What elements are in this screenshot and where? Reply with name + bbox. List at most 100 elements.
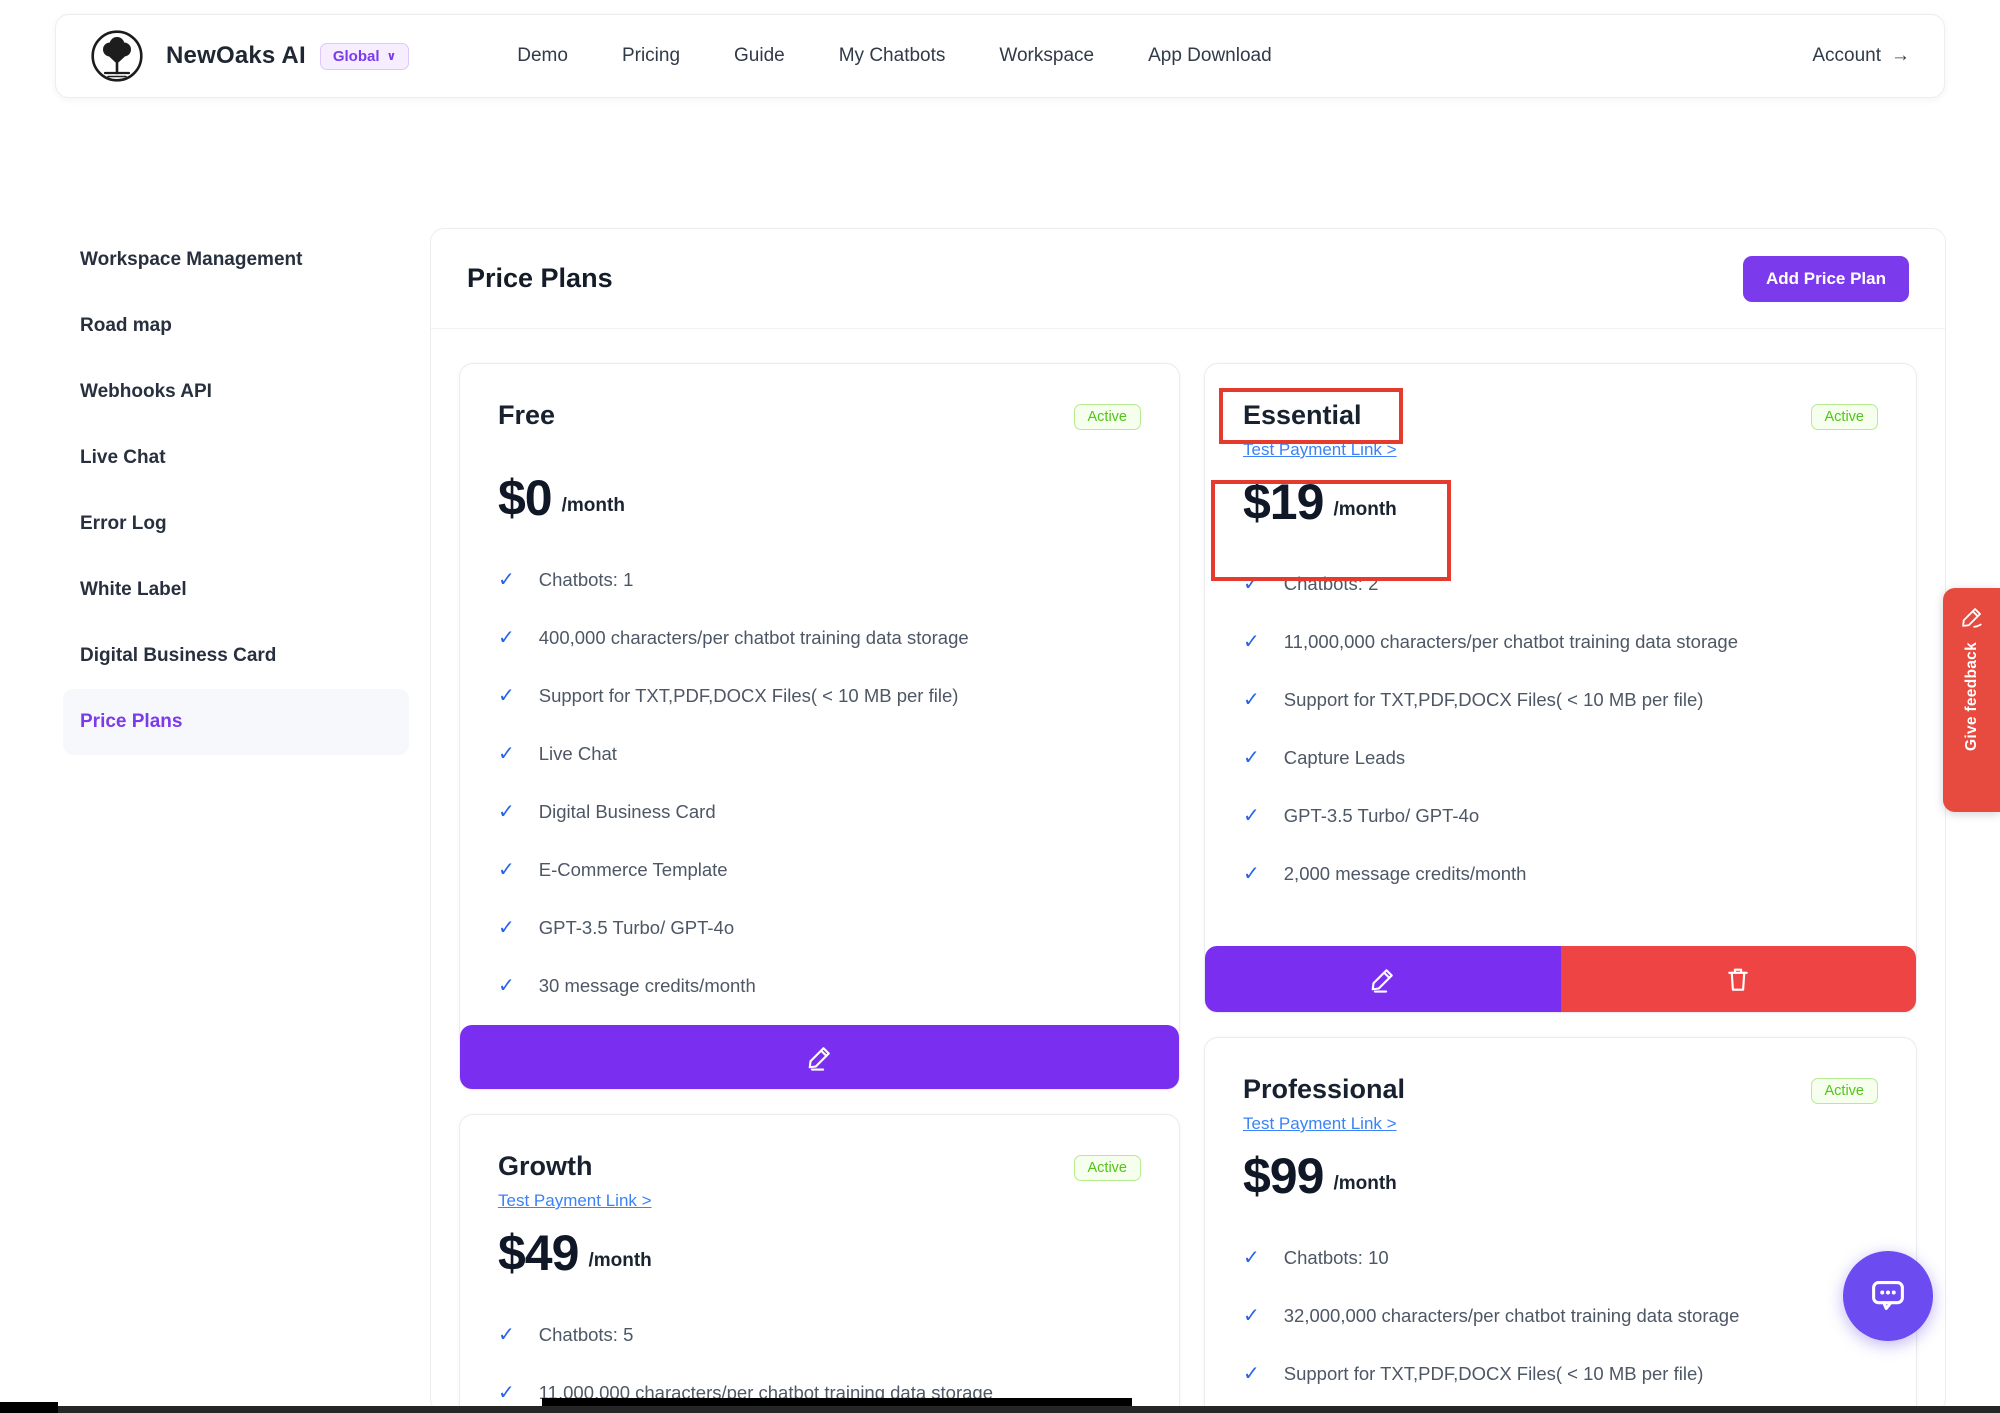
feature-text: 32,000,000 characters/per chatbot traini…: [1284, 1305, 1740, 1327]
plans-grid: Free Active $0 /month ✓ Chatbots: 1 ✓ 400,…: [431, 329, 1945, 1413]
status-badge: Active: [1811, 404, 1879, 430]
account-label: Account: [1812, 45, 1881, 67]
feature-row: ✓ 400,000 characters/per chatbot training…: [498, 625, 1141, 650]
pencil-icon: [805, 1042, 835, 1072]
sidebar-item-road-map[interactable]: Road map: [63, 293, 409, 359]
sidebar-item-workspace-management[interactable]: Workspace Management: [63, 227, 409, 293]
price-row: $19 /month: [1243, 477, 1878, 527]
status-badge: Active: [1811, 1078, 1879, 1104]
plan-actions: [1205, 946, 1916, 1012]
check-icon: ✓: [498, 683, 515, 708]
plan-period: /month: [562, 495, 625, 523]
plan-price: $19: [1243, 477, 1323, 527]
account-link[interactable]: Account →: [1812, 45, 1910, 67]
plan-card-free: Free Active $0 /month ✓ Chatbots: 1 ✓ 400,…: [459, 363, 1180, 1090]
check-icon: ✓: [1243, 1361, 1260, 1386]
plan-period: /month: [1333, 1173, 1396, 1201]
give-feedback-tab[interactable]: Give feedback: [1943, 588, 2000, 812]
chat-bubble-icon: [1865, 1273, 1911, 1319]
main-nav: Demo Pricing Guide My Chatbots Workspace…: [517, 45, 1271, 67]
nav-item-workspace[interactable]: Workspace: [999, 45, 1094, 67]
feature-list: ✓ Chatbots: 1 ✓ 400,000 characters/per cha…: [498, 567, 1141, 998]
feature-row: ✓E-Commerce Template: [498, 857, 1141, 882]
price-row: $49 /month: [498, 1228, 1141, 1278]
check-icon: ✓: [498, 741, 515, 766]
feature-text: 11,000,000 characters/per chatbot traini…: [1284, 631, 1738, 653]
feature-row: ✓ Chatbots: 10: [1243, 1245, 1878, 1270]
sidebar-item-digital-business-card[interactable]: Digital Business Card: [63, 623, 409, 689]
feature-row: ✓Digital Business Card: [498, 799, 1141, 824]
check-icon: ✓: [1243, 687, 1260, 712]
plan-price: $0: [498, 473, 552, 523]
chevron-down-icon: ∨: [387, 49, 397, 63]
check-icon: ✓: [1243, 1303, 1260, 1328]
test-payment-link[interactable]: Test Payment Link >: [1243, 440, 1397, 460]
nav-item-my-chatbots[interactable]: My Chatbots: [839, 45, 946, 67]
feature-row: ✓Chatbots: 5: [498, 1322, 1141, 1347]
status-badge: Active: [1074, 1155, 1142, 1181]
feature-list: ✓Chatbots: 5 ✓11,000,000 characters/per …: [498, 1322, 1141, 1405]
check-icon: ✓: [1243, 1245, 1260, 1270]
check-icon: ✓: [1243, 803, 1260, 828]
check-icon: ✓: [498, 857, 515, 882]
page-title: Price Plans: [467, 263, 613, 294]
edit-plan-button[interactable]: [460, 1025, 1179, 1089]
sidebar-item-error-log[interactable]: Error Log: [63, 491, 409, 557]
feature-row: ✓Support for TXT,PDF,DOCX Files( < 10 MB…: [1243, 1361, 1878, 1386]
check-icon: ✓: [498, 625, 515, 650]
feature-text: Support for TXT,PDF,DOCX Files( < 10 MB …: [1284, 689, 1704, 711]
test-payment-link[interactable]: Test Payment Link >: [1243, 1114, 1397, 1134]
nav-item-guide[interactable]: Guide: [734, 45, 785, 67]
plan-name: Free: [498, 400, 555, 431]
sidebar-item-white-label[interactable]: White Label: [63, 557, 409, 623]
feature-row: ✓ 30 message credits/month: [498, 973, 1141, 998]
sidebar-item-webhooks-api[interactable]: Webhooks API: [63, 359, 409, 425]
nav-item-pricing[interactable]: Pricing: [622, 45, 680, 67]
price-row: $99 /month: [1243, 1151, 1878, 1201]
feature-text: Support for TXT,PDF,DOCX Files( < 10 MB …: [539, 685, 959, 707]
feature-text: GPT-3.5 Turbo/ GPT-4o: [1284, 805, 1479, 827]
sidebar-item-price-plans[interactable]: Price Plans: [63, 689, 409, 755]
brand-name: NewOaks AI: [166, 42, 306, 70]
region-selector[interactable]: Global ∨: [320, 43, 409, 70]
price-plans-panel: Price Plans Add Price Plan Free Active $…: [430, 228, 1946, 1413]
chat-widget-button[interactable]: [1843, 1251, 1933, 1341]
top-navigation-bar: NewOaks AI Global ∨ Demo Pricing Guide M…: [55, 14, 1945, 98]
check-icon: ✓: [1243, 629, 1260, 654]
screenshot-artifact-bar: [0, 1406, 2000, 1413]
plans-column-left: Free Active $0 /month ✓ Chatbots: 1 ✓ 400,…: [459, 363, 1180, 1413]
check-icon: ✓: [498, 973, 515, 998]
plan-card-essential: Essential Active Test Payment Link > $19…: [1204, 363, 1917, 1013]
feature-text: Live Chat: [539, 743, 617, 765]
check-icon: ✓: [498, 1322, 515, 1347]
nav-item-app-download[interactable]: App Download: [1148, 45, 1272, 67]
pencil-icon: [1959, 604, 1985, 630]
feature-text: Chatbots: 1: [539, 569, 634, 591]
give-feedback-label: Give feedback: [1963, 642, 1981, 751]
status-badge: Active: [1074, 404, 1142, 430]
nav-item-demo[interactable]: Demo: [517, 45, 568, 67]
screenshot-artifact-bar: [0, 1402, 58, 1413]
feature-text: 400,000 characters/per chatbot training …: [539, 627, 969, 649]
feature-row: ✓Chatbots: 2: [1243, 571, 1878, 596]
feature-text: Chatbots: 10: [1284, 1247, 1389, 1269]
edit-plan-button[interactable]: [1205, 946, 1561, 1012]
delete-plan-button[interactable]: [1561, 946, 1917, 1012]
add-price-plan-button[interactable]: Add Price Plan: [1743, 256, 1909, 302]
brand[interactable]: NewOaks AI: [90, 29, 306, 83]
plan-actions: [460, 1025, 1179, 1089]
feature-row: ✓GPT-3.5 Turbo/ GPT-4o: [498, 915, 1141, 940]
trash-icon: [1723, 964, 1753, 994]
check-icon: ✓: [1243, 745, 1260, 770]
feature-text: 30 message credits/month: [539, 975, 756, 997]
feature-row: ✓ Live Chat: [498, 741, 1141, 766]
feature-row: ✓ 11,000,000 characters/per chatbot train…: [1243, 629, 1878, 654]
test-payment-link[interactable]: Test Payment Link >: [498, 1191, 652, 1211]
plan-price: $49: [498, 1228, 578, 1278]
sidebar-item-live-chat[interactable]: Live Chat: [63, 425, 409, 491]
check-icon: ✓: [1243, 861, 1260, 886]
plan-name: Essential: [1243, 400, 1362, 431]
feature-row: ✓ 32,000,000 characters/per chatbot train…: [1243, 1303, 1878, 1328]
price-row: $0 /month: [498, 473, 1141, 523]
plan-card-professional: Professional Active Test Payment Link > …: [1204, 1037, 1917, 1413]
